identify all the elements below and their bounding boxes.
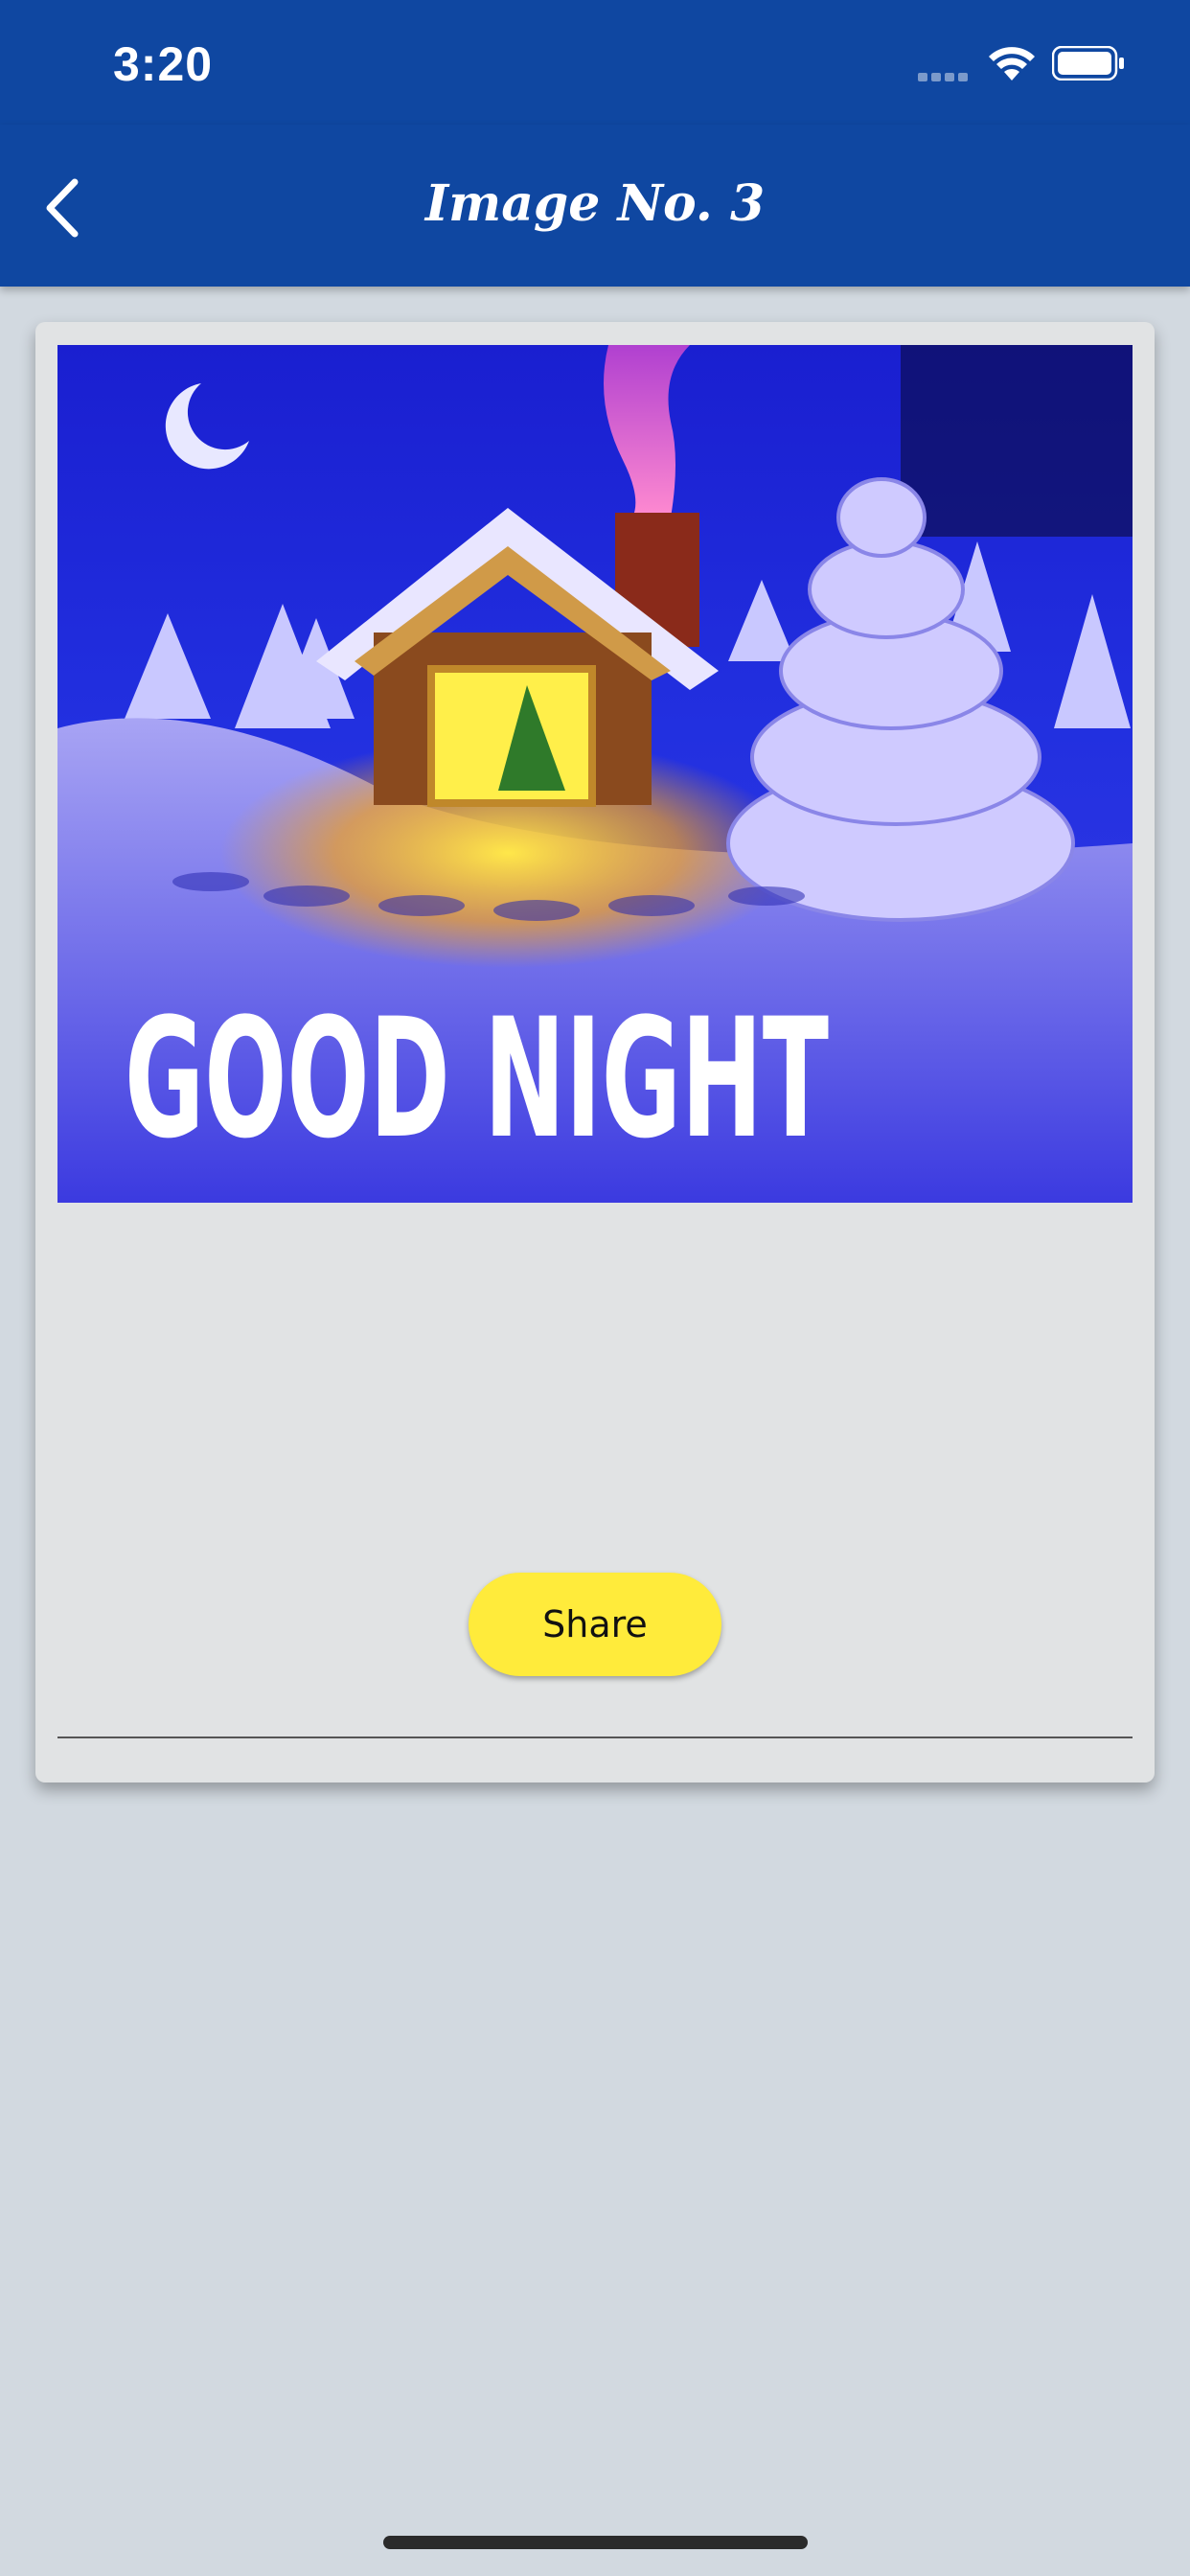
status-time: 3:20 (113, 37, 214, 91)
cellular-signal-icon (918, 69, 972, 86)
battery-icon (1052, 46, 1124, 80)
status-bar: 3:20 (0, 0, 1190, 125)
page-title: Image No. 3 (424, 174, 766, 233)
wifi-icon (989, 47, 1035, 80)
image-card: GOOD NIGHT Share (35, 322, 1155, 1782)
winter-cabin-image: GOOD NIGHT (57, 345, 1133, 1203)
share-button[interactable]: Share (469, 1573, 721, 1676)
nav-bar: Image No. 3 (0, 125, 1190, 287)
home-indicator (383, 2536, 808, 2549)
image-overlay-text: GOOD NIGHT (125, 982, 829, 1175)
divider (57, 1736, 1133, 1738)
